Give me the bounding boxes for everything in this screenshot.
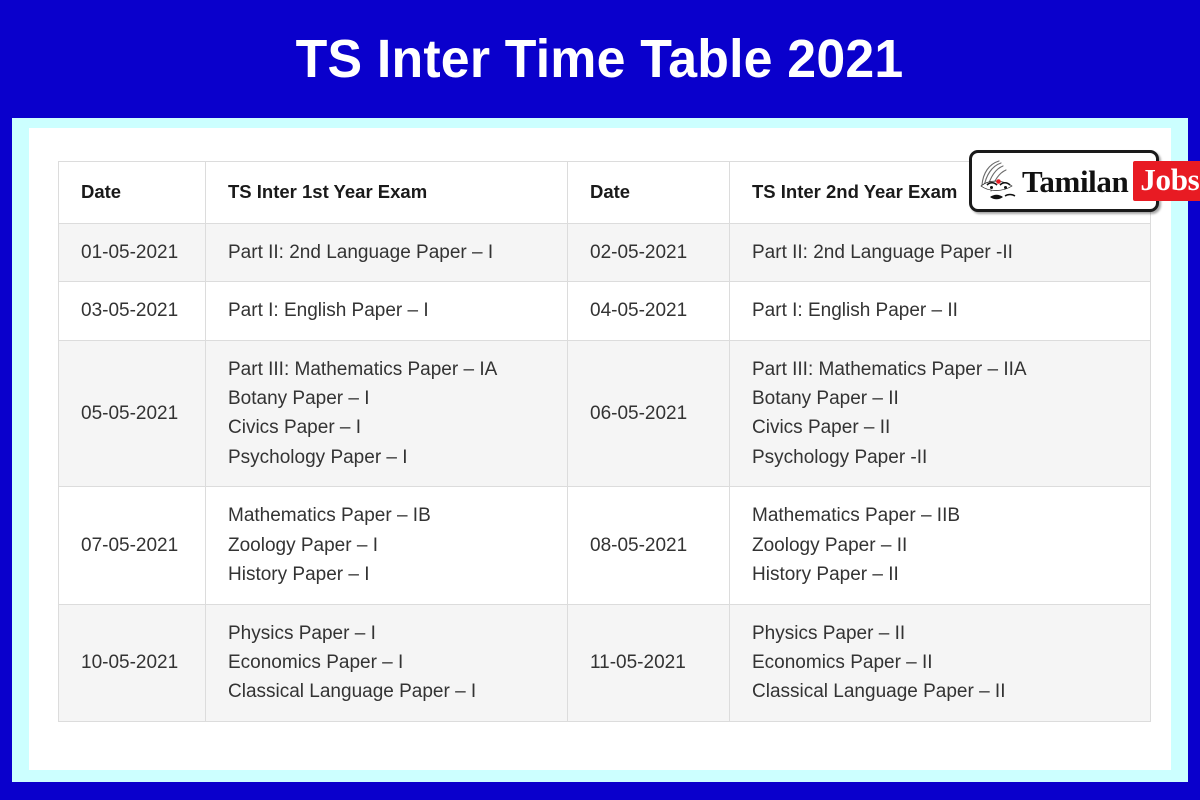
cell-exam-second-year: Physics Paper – II Economics Paper – II Cl… xyxy=(729,603,1151,722)
exam-paper-line: Part II: 2nd Language Paper -II xyxy=(752,241,1013,263)
exam-paper-line: Part II: 2nd Language Paper – I xyxy=(228,241,494,263)
cell-date-first-year: 03-05-2021 xyxy=(58,281,206,341)
exam-paper-line: Part I: English Paper – II xyxy=(752,300,958,322)
column-header-date-1: Date xyxy=(58,161,206,224)
cell-date-first-year: 05-05-2021 xyxy=(58,339,206,488)
exam-paper-line: Zoology Paper – II xyxy=(752,534,908,556)
table-row: 03-05-2021 Part I: English Paper – I 04-05… xyxy=(58,281,1151,341)
content-area: Date TS Inter 1st Year Exam Date TS Inte… xyxy=(29,128,1171,770)
cell-date-first-year: 01-05-2021 xyxy=(58,222,206,283)
cell-date-second-year: 11-05-2021 xyxy=(567,603,730,722)
cell-exam-second-year: Mathematics Paper – IIB Zoology Paper – I… xyxy=(729,486,1151,605)
cyan-border-frame: Date TS Inter 1st Year Exam Date TS Inte… xyxy=(12,118,1188,782)
cell-date-first-year: 07-05-2021 xyxy=(58,486,206,605)
cell-date-second-year: 06-05-2021 xyxy=(567,339,730,488)
exam-paper-line: Botany Paper – II xyxy=(752,387,899,409)
table-row: 01-05-2021 Part II: 2nd Language Paper – … xyxy=(58,222,1151,283)
table-body: 01-05-2021 Part II: 2nd Language Paper – … xyxy=(58,222,1151,722)
logo-badge: Jobs xyxy=(1133,161,1200,201)
table-row: 07-05-2021 Mathematics Paper – IB Zoology … xyxy=(58,486,1151,605)
cell-exam-second-year: Part II: 2nd Language Paper -II xyxy=(729,222,1151,283)
exam-paper-line: Psychology Paper – I xyxy=(228,446,408,468)
cell-exam-second-year: Part III: Mathematics Paper – IIA Botany … xyxy=(729,339,1151,488)
page-root: TS Inter Time Table 2021 Date TS Inter 1… xyxy=(0,0,1200,800)
column-header-exam-1: TS Inter 1st Year Exam xyxy=(205,161,568,224)
cell-exam-second-year: Part I: English Paper – II xyxy=(729,281,1151,341)
exam-paper-line: Part III: Mathematics Paper – IIA xyxy=(752,358,1027,380)
exam-paper-line: Civics Paper – II xyxy=(752,417,891,439)
exam-paper-line: Zoology Paper – I xyxy=(228,534,378,556)
cell-exam-first-year: Physics Paper – I Economics Paper – I Clas… xyxy=(205,603,568,722)
cell-exam-first-year: Part II: 2nd Language Paper – I xyxy=(205,222,568,283)
table-row: 10-05-2021 Physics Paper – I Economics Pap… xyxy=(58,603,1151,722)
cell-exam-first-year: Part I: English Paper – I xyxy=(205,281,568,341)
exam-paper-line: Psychology Paper -II xyxy=(752,446,928,468)
cell-date-first-year: 10-05-2021 xyxy=(58,603,206,722)
cell-date-second-year: 02-05-2021 xyxy=(567,222,730,283)
cell-exam-first-year: Mathematics Paper – IB Zoology Paper – I H… xyxy=(205,486,568,605)
exam-paper-line: Part III: Mathematics Paper – IA xyxy=(228,358,498,380)
cell-date-second-year: 04-05-2021 xyxy=(567,281,730,341)
exam-timetable: Date TS Inter 1st Year Exam Date TS Inte… xyxy=(58,161,1151,722)
exam-paper-line: Mathematics Paper – IIB xyxy=(752,505,961,527)
exam-paper-line: Economics Paper – II xyxy=(752,652,933,674)
exam-paper-line: Part I: English Paper – I xyxy=(228,300,429,322)
exam-paper-line: Physics Paper – II xyxy=(752,622,906,644)
column-header-date-2: Date xyxy=(567,161,730,224)
exam-paper-line: Classical Language Paper – II xyxy=(752,681,1006,703)
logo-wordmark: Tamilan xyxy=(1022,163,1129,199)
cell-date-second-year: 08-05-2021 xyxy=(567,486,730,605)
exam-paper-line: Botany Paper – I xyxy=(228,387,370,409)
exam-paper-line: Physics Paper – I xyxy=(228,622,376,644)
exam-paper-line: History Paper – II xyxy=(752,564,899,586)
exam-paper-line: History Paper – I xyxy=(228,564,370,586)
tamilan-jobs-logo: Tamilan Jobs xyxy=(969,150,1200,212)
cell-exam-first-year: Part III: Mathematics Paper – IA Botany P… xyxy=(205,339,568,488)
page-banner: TS Inter Time Table 2021 xyxy=(0,0,1200,118)
page-title: TS Inter Time Table 2021 xyxy=(296,29,904,89)
exam-paper-line: Mathematics Paper – IB xyxy=(228,505,431,527)
table-row: 05-05-2021 Part III: Mathematics Paper – … xyxy=(58,339,1151,488)
exam-paper-line: Civics Paper – I xyxy=(228,417,362,439)
exam-paper-line: Economics Paper – I xyxy=(228,652,404,674)
face-icon xyxy=(980,160,1016,200)
exam-paper-line: Classical Language Paper – I xyxy=(228,681,477,703)
